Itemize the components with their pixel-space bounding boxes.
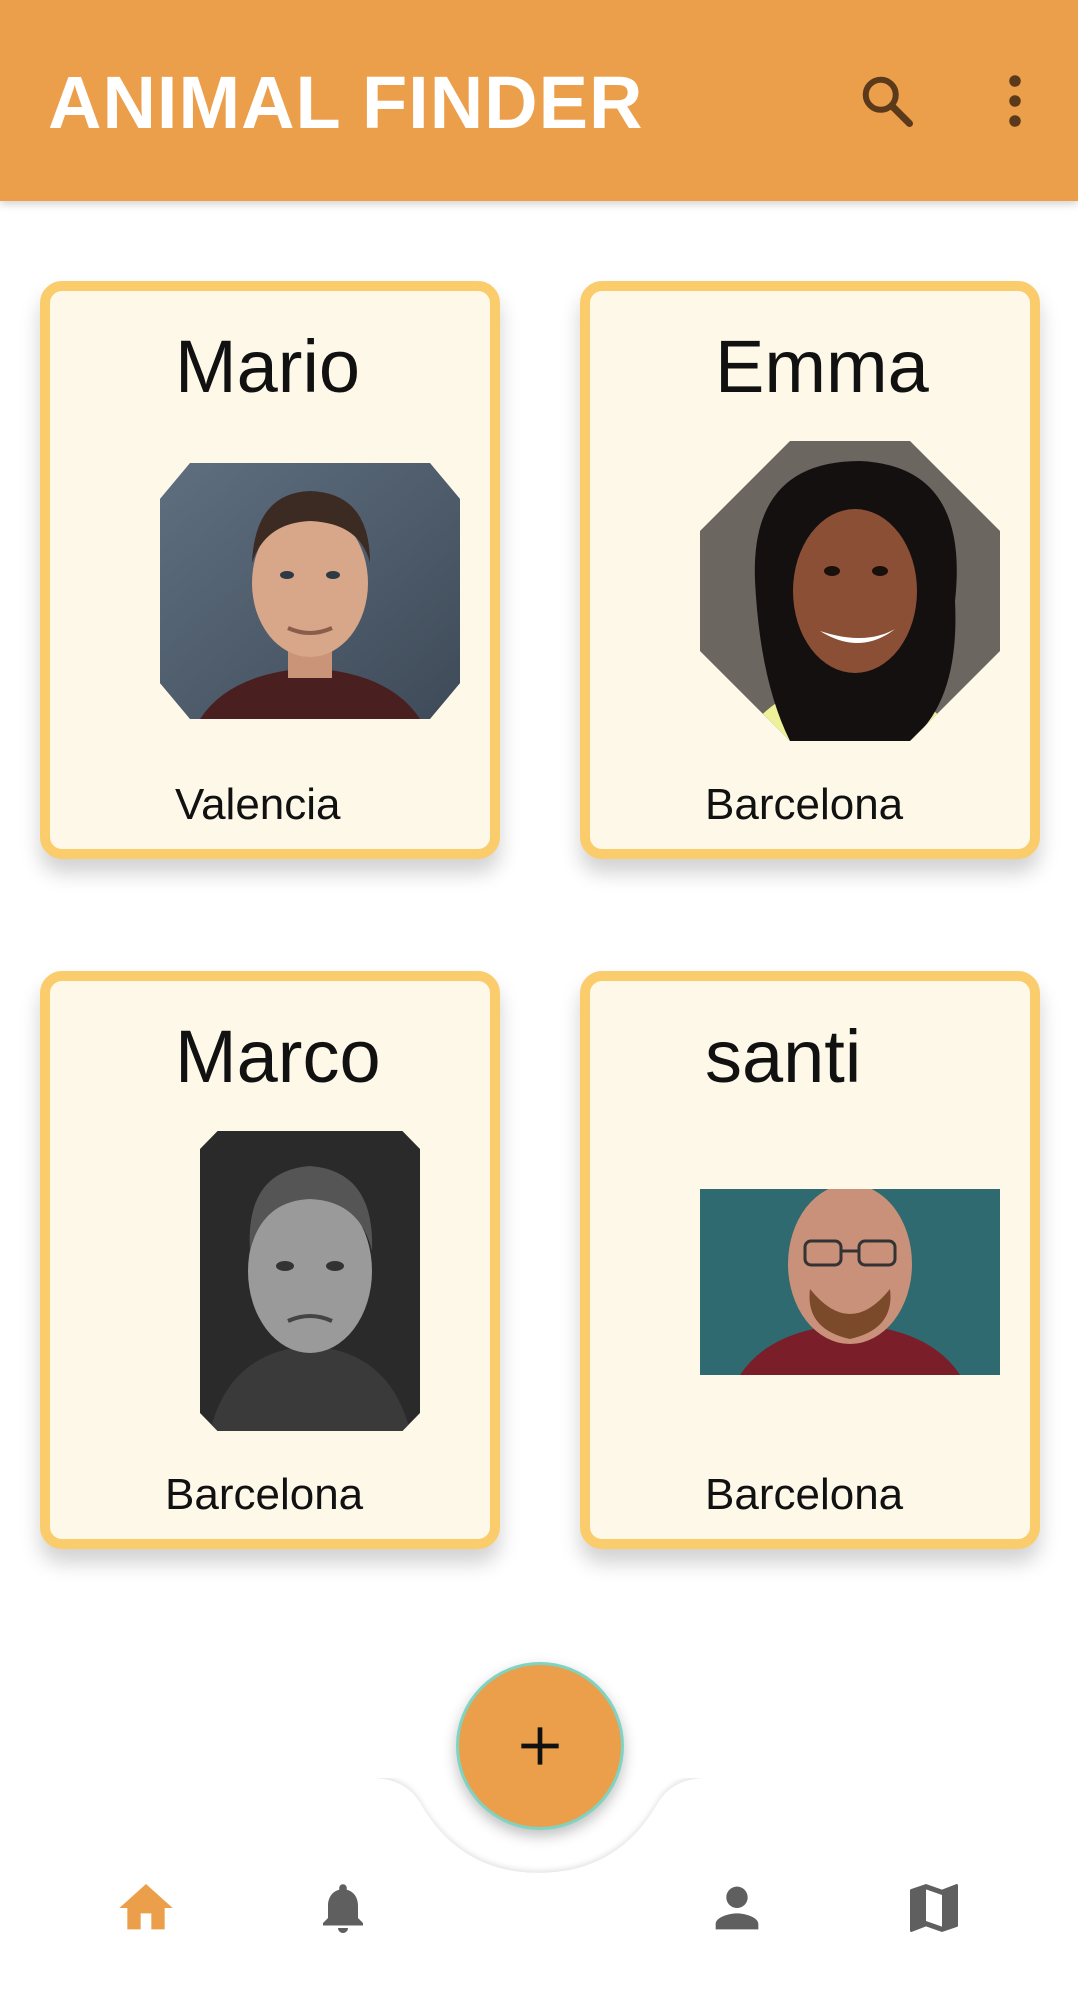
card-photo: [200, 1131, 420, 1431]
home-icon: [119, 1884, 173, 1930]
nav-profile[interactable]: [697, 1868, 777, 1948]
more-vert-icon: [1009, 75, 1021, 127]
card-photo: [700, 441, 1000, 741]
card-name: santi: [705, 1015, 862, 1098]
card-location: Barcelona: [705, 780, 904, 829]
card-name: Marco: [175, 1015, 381, 1098]
add-animal-button[interactable]: [456, 1662, 624, 1830]
animal-card[interactable]: Marco Barcelona: [40, 971, 500, 1549]
app-title: ANIMAL FINDER: [48, 61, 644, 144]
animal-card[interactable]: santi Barcelona: [580, 971, 1040, 1549]
card-location: Valencia: [175, 780, 341, 829]
nav-notifications[interactable]: [303, 1868, 383, 1948]
search-icon: [862, 76, 913, 127]
app-bar: ANIMAL FINDER: [0, 0, 1078, 201]
card-location: Barcelona: [165, 1470, 364, 1519]
animal-card[interactable]: Mario Valencia: [40, 281, 500, 859]
bell-icon: [323, 1884, 363, 1933]
nav-map[interactable]: [894, 1868, 974, 1948]
more-options-button[interactable]: [980, 66, 1050, 136]
card-name: Mario: [175, 325, 361, 408]
card-photo: [700, 1189, 1000, 1375]
add-icon: [521, 1727, 559, 1765]
nav-home[interactable]: [106, 1868, 186, 1948]
card-photo: [160, 463, 460, 719]
card-name: Emma: [715, 325, 929, 408]
map-icon: [910, 1884, 958, 1932]
person-icon: [715, 1886, 759, 1930]
card-location: Barcelona: [705, 1470, 904, 1519]
animal-card[interactable]: Emma Barcelona: [580, 281, 1040, 859]
search-button[interactable]: [852, 66, 922, 136]
